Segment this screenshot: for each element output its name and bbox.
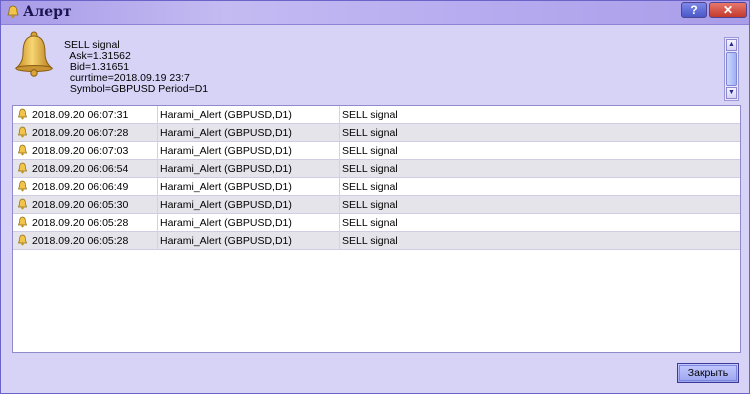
close-window-button[interactable]: ✕ bbox=[709, 2, 747, 18]
alert-source: Harami_Alert (GBPUSD,D1) bbox=[160, 181, 292, 193]
column-divider bbox=[339, 124, 340, 142]
alert-time: 2018.09.20 06:06:54 bbox=[32, 163, 129, 175]
alert-time: 2018.09.20 06:05:30 bbox=[32, 199, 129, 211]
list-item[interactable]: 2018.09.20 06:05:28 Harami_Alert (GBPUSD,… bbox=[13, 214, 740, 232]
bell-icon bbox=[7, 5, 19, 18]
column-divider bbox=[157, 124, 158, 142]
scroll-down-arrow[interactable]: ▼ bbox=[726, 87, 737, 99]
list-item[interactable]: 2018.09.20 06:07:28 Harami_Alert (GBPUSD,… bbox=[13, 124, 740, 142]
alert-message: SELL signal bbox=[342, 217, 398, 229]
window-title: Алерт bbox=[23, 4, 72, 20]
alert-time: 2018.09.20 06:06:49 bbox=[32, 181, 129, 193]
bell-icon bbox=[17, 216, 28, 228]
alert-message: SELL signal bbox=[342, 127, 398, 139]
help-button[interactable]: ? bbox=[681, 2, 707, 18]
alert-source: Harami_Alert (GBPUSD,D1) bbox=[160, 217, 292, 229]
alert-source: Harami_Alert (GBPUSD,D1) bbox=[160, 127, 292, 139]
column-divider bbox=[339, 178, 340, 196]
alert-list[interactable]: 2018.09.20 06:07:31 Harami_Alert (GBPUSD,… bbox=[12, 105, 741, 353]
column-divider bbox=[339, 142, 340, 160]
alert-time: 2018.09.20 06:07:28 bbox=[32, 127, 129, 139]
bell-icon bbox=[17, 180, 28, 192]
message-scrollbar[interactable]: ▲ ▼ bbox=[724, 37, 739, 101]
bell-icon bbox=[17, 126, 28, 138]
alert-time: 2018.09.20 06:05:28 bbox=[32, 217, 129, 229]
column-divider bbox=[157, 214, 158, 232]
title-bar[interactable]: Алерт ? ✕ bbox=[1, 1, 749, 25]
message-panel: SELL signal Ask=1.31562 Bid=1.31651 curr… bbox=[10, 31, 741, 101]
list-item[interactable]: 2018.09.20 06:06:54 Harami_Alert (GBPUSD,… bbox=[13, 160, 740, 178]
scroll-thumb[interactable] bbox=[726, 52, 737, 86]
alert-message: SELL signal bbox=[342, 109, 398, 121]
alert-message: SELL signal bbox=[342, 199, 398, 211]
bell-icon bbox=[17, 108, 28, 120]
alert-source: Harami_Alert (GBPUSD,D1) bbox=[160, 235, 292, 247]
column-divider bbox=[339, 232, 340, 250]
alert-time: 2018.09.20 06:07:03 bbox=[32, 145, 129, 157]
scroll-up-arrow[interactable]: ▲ bbox=[726, 39, 737, 51]
alert-time: 2018.09.20 06:07:31 bbox=[32, 109, 129, 121]
bell-icon bbox=[17, 162, 28, 174]
list-item[interactable]: 2018.09.20 06:06:49 Harami_Alert (GBPUSD,… bbox=[13, 178, 740, 196]
alert-window: Алерт ? ✕ SELL signal Ask=1.31562 Bid=1.… bbox=[0, 0, 750, 394]
alert-source: Harami_Alert (GBPUSD,D1) bbox=[160, 109, 292, 121]
alert-message: SELL signal bbox=[342, 163, 398, 175]
bell-icon bbox=[14, 31, 54, 77]
list-item[interactable]: 2018.09.20 06:07:03 Harami_Alert (GBPUSD,… bbox=[13, 142, 740, 160]
column-divider bbox=[157, 232, 158, 250]
alert-time: 2018.09.20 06:05:28 bbox=[32, 235, 129, 247]
alert-source: Harami_Alert (GBPUSD,D1) bbox=[160, 163, 292, 175]
bell-icon bbox=[17, 198, 28, 210]
list-item[interactable]: 2018.09.20 06:05:28 Harami_Alert (GBPUSD,… bbox=[13, 232, 740, 250]
column-divider bbox=[339, 196, 340, 214]
list-item[interactable]: 2018.09.20 06:05:30 Harami_Alert (GBPUSD,… bbox=[13, 196, 740, 214]
list-item[interactable]: 2018.09.20 06:07:31 Harami_Alert (GBPUSD,… bbox=[13, 106, 740, 124]
alert-source: Harami_Alert (GBPUSD,D1) bbox=[160, 145, 292, 157]
alert-message: SELL signal bbox=[342, 181, 398, 193]
column-divider bbox=[157, 106, 158, 124]
message-text: SELL signal Ask=1.31562 Bid=1.31651 curr… bbox=[64, 40, 208, 95]
bell-icon bbox=[17, 144, 28, 156]
column-divider bbox=[339, 160, 340, 178]
column-divider bbox=[157, 196, 158, 214]
column-divider bbox=[339, 106, 340, 124]
close-button[interactable]: Закрыть bbox=[677, 363, 739, 383]
column-divider bbox=[157, 178, 158, 196]
message-line: Symbol=GBPUSD Period=D1 bbox=[64, 83, 209, 95]
column-divider bbox=[157, 142, 158, 160]
bell-icon bbox=[17, 234, 28, 246]
alert-message: SELL signal bbox=[342, 145, 398, 157]
column-divider bbox=[157, 160, 158, 178]
alert-source: Harami_Alert (GBPUSD,D1) bbox=[160, 199, 292, 211]
alert-message: SELL signal bbox=[342, 235, 398, 247]
column-divider bbox=[339, 214, 340, 232]
